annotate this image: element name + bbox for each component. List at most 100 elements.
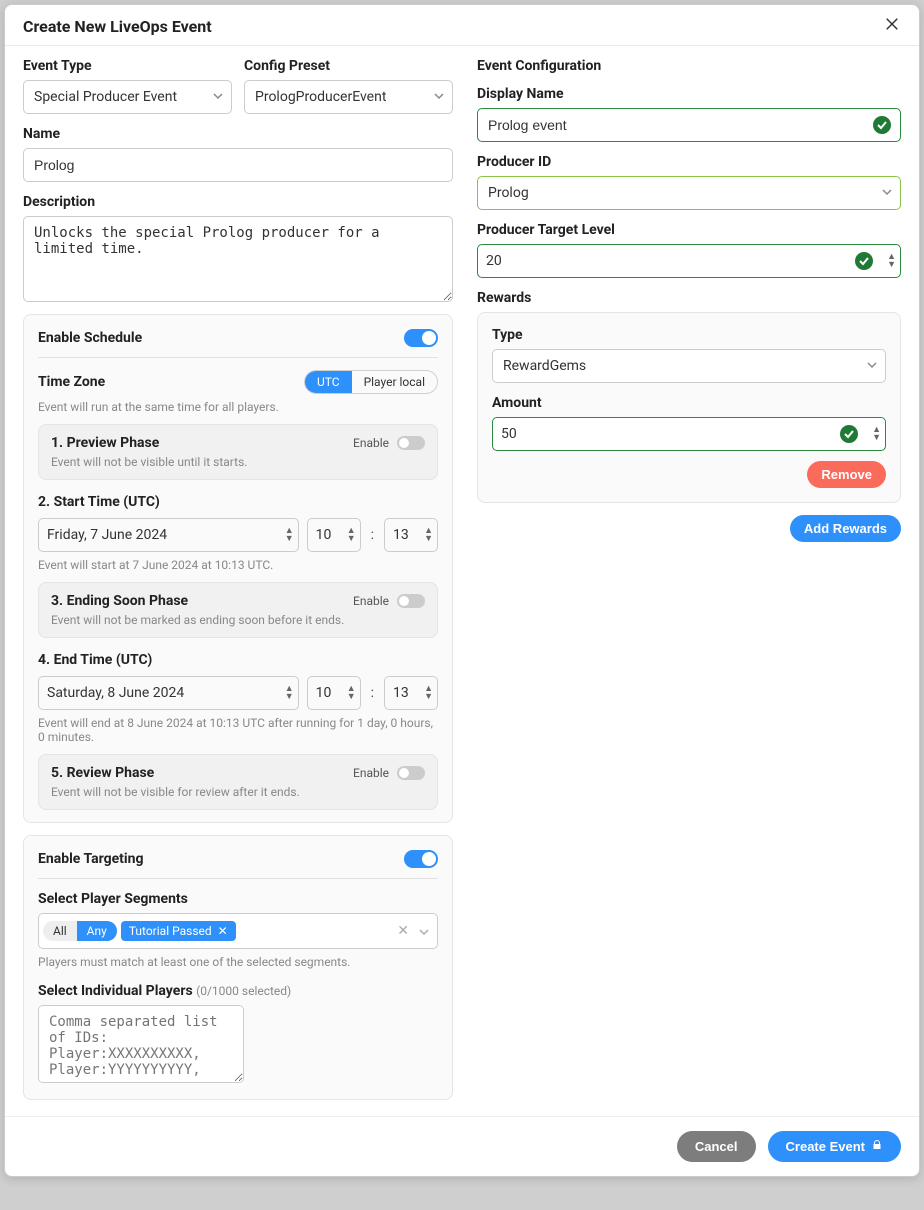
stepper-arrows-icon: ▲▼	[424, 527, 433, 543]
review-phase-title: 5. Review Phase	[51, 765, 154, 781]
target-level-value: 20	[486, 253, 502, 269]
enable-targeting-toggle[interactable]	[404, 850, 438, 868]
schedule-panel: Enable Schedule Time Zone UTC Player loc…	[23, 314, 453, 823]
individual-count: (0/1000 selected)	[196, 984, 291, 998]
end-date-input[interactable]: Saturday, 8 June 2024 ▲▼	[38, 676, 299, 710]
producer-id-label: Producer ID	[477, 154, 901, 170]
stepper-arrows-icon: ▲▼	[347, 527, 356, 543]
end-hour-input[interactable]: 10 ▲▼	[307, 676, 361, 710]
timezone-local-option[interactable]: Player local	[352, 371, 437, 393]
check-icon	[855, 252, 873, 270]
description-textarea[interactable]: Unlocks the special Prolog producer for …	[23, 216, 453, 302]
start-time-hint: Event will start at 7 June 2024 at 10:13…	[38, 558, 438, 572]
display-name-label: Display Name	[477, 86, 901, 102]
ending-soon-desc: Event will not be marked as ending soon …	[51, 613, 425, 627]
segments-input[interactable]: All Any Tutorial Passed ✕ ✕	[38, 913, 438, 949]
stepper-arrows-icon: ▲▼	[347, 685, 356, 701]
timezone-utc-option[interactable]: UTC	[305, 371, 352, 393]
event-config-title: Event Configuration	[477, 58, 901, 74]
config-preset-select[interactable]: PrologProducerEvent	[244, 80, 453, 114]
lock-icon	[871, 1139, 883, 1154]
enable-schedule-toggle[interactable]	[404, 329, 438, 347]
remove-reward-button[interactable]: Remove	[807, 461, 886, 488]
start-hour-value: 10	[316, 527, 332, 543]
review-phase-card: 5. Review Phase Enable Event will not be…	[38, 754, 438, 810]
end-minute-input[interactable]: 13 ▲▼	[384, 676, 438, 710]
config-preset-value: PrologProducerEvent	[255, 89, 386, 105]
start-minute-input[interactable]: 13 ▲▼	[384, 518, 438, 552]
config-preset-label: Config Preset	[244, 58, 453, 74]
preview-phase-desc: Event will not be visible until it start…	[51, 455, 425, 469]
start-minute-value: 13	[393, 527, 409, 543]
modal-title: Create New LiveOps Event	[23, 17, 212, 36]
preview-enable-label: Enable	[353, 436, 389, 450]
reward-card: Type RewardGems Amount 50 ▲▼	[477, 312, 901, 503]
review-phase-desc: Event will not be visible for review aft…	[51, 785, 425, 799]
target-level-label: Producer Target Level	[477, 222, 901, 238]
match-any-option[interactable]: Any	[77, 921, 117, 941]
stepper-arrows-icon: ▲▼	[887, 253, 896, 269]
ending-soon-enable-toggle[interactable]	[397, 594, 425, 608]
review-enable-toggle[interactable]	[397, 766, 425, 780]
chevron-down-icon	[882, 185, 892, 201]
reward-type-label: Type	[492, 327, 886, 343]
reward-amount-input[interactable]: 50 ▲▼	[492, 417, 886, 451]
individual-label: Select Individual Players (0/1000 select…	[38, 983, 438, 999]
stepper-arrows-icon: ▲▼	[872, 426, 881, 442]
stepper-arrows-icon: ▲▼	[285, 685, 294, 701]
rewards-label: Rewards	[477, 290, 901, 306]
create-event-label: Create Event	[786, 1139, 865, 1154]
create-event-button[interactable]: Create Event	[768, 1131, 901, 1162]
reward-type-select[interactable]: RewardGems	[492, 349, 886, 383]
time-colon: :	[369, 685, 376, 701]
producer-id-select[interactable]: Prolog	[477, 176, 901, 210]
preview-enable-toggle[interactable]	[397, 436, 425, 450]
match-all-option[interactable]: All	[43, 921, 77, 941]
stepper-arrows-icon: ▲▼	[424, 685, 433, 701]
start-date-input[interactable]: Friday, 7 June 2024 ▲▼	[38, 518, 299, 552]
modal-header: Create New LiveOps Event	[5, 5, 919, 46]
timezone-label: Time Zone	[38, 374, 105, 390]
segment-chip[interactable]: Tutorial Passed ✕	[121, 921, 236, 941]
chip-remove-icon[interactable]: ✕	[218, 924, 228, 938]
check-icon	[840, 425, 858, 443]
display-name-input[interactable]	[477, 108, 901, 142]
target-level-input[interactable]: 20 ▲▼	[477, 244, 901, 278]
close-icon[interactable]	[883, 15, 901, 37]
clear-segments-icon[interactable]: ✕	[397, 923, 409, 939]
end-time-title: 4. End Time (UTC)	[38, 652, 438, 668]
name-label: Name	[23, 126, 453, 142]
preview-phase-title: 1. Preview Phase	[51, 435, 159, 451]
start-time-title: 2. Start Time (UTC)	[38, 494, 438, 510]
name-input[interactable]	[23, 148, 453, 182]
stepper-arrows-icon: ▲▼	[285, 527, 294, 543]
time-colon: :	[369, 527, 376, 543]
end-hour-value: 10	[316, 685, 332, 701]
modal-footer: Cancel Create Event	[5, 1116, 919, 1176]
segments-label: Select Player Segments	[38, 891, 438, 907]
end-minute-value: 13	[393, 685, 409, 701]
description-label: Description	[23, 194, 453, 210]
add-rewards-button[interactable]: Add Rewards	[790, 515, 901, 542]
chevron-down-icon[interactable]	[419, 922, 429, 941]
preview-phase-card: 1. Preview Phase Enable Event will not b…	[38, 424, 438, 480]
individual-players-textarea[interactable]	[38, 1005, 244, 1083]
enable-targeting-label: Enable Targeting	[38, 851, 143, 867]
ending-soon-enable-label: Enable	[353, 594, 389, 608]
chevron-down-icon	[867, 358, 877, 374]
match-mode-pill-group[interactable]: All Any	[43, 921, 117, 941]
enable-schedule-label: Enable Schedule	[38, 330, 142, 346]
end-date-value: Saturday, 8 June 2024	[47, 685, 184, 701]
timezone-pill-group[interactable]: UTC Player local	[304, 370, 438, 394]
event-type-select[interactable]: Special Producer Event	[23, 80, 232, 114]
chevron-down-icon	[213, 89, 223, 105]
segments-hint: Players must match at least one of the s…	[38, 955, 438, 969]
cancel-button[interactable]: Cancel	[677, 1131, 756, 1162]
ending-soon-card: 3. Ending Soon Phase Enable Event will n…	[38, 582, 438, 638]
ending-soon-title: 3. Ending Soon Phase	[51, 593, 188, 609]
check-icon	[873, 116, 891, 134]
review-enable-label: Enable	[353, 766, 389, 780]
segment-chip-label: Tutorial Passed	[129, 924, 212, 938]
event-type-label: Event Type	[23, 58, 232, 74]
start-hour-input[interactable]: 10 ▲▼	[307, 518, 361, 552]
